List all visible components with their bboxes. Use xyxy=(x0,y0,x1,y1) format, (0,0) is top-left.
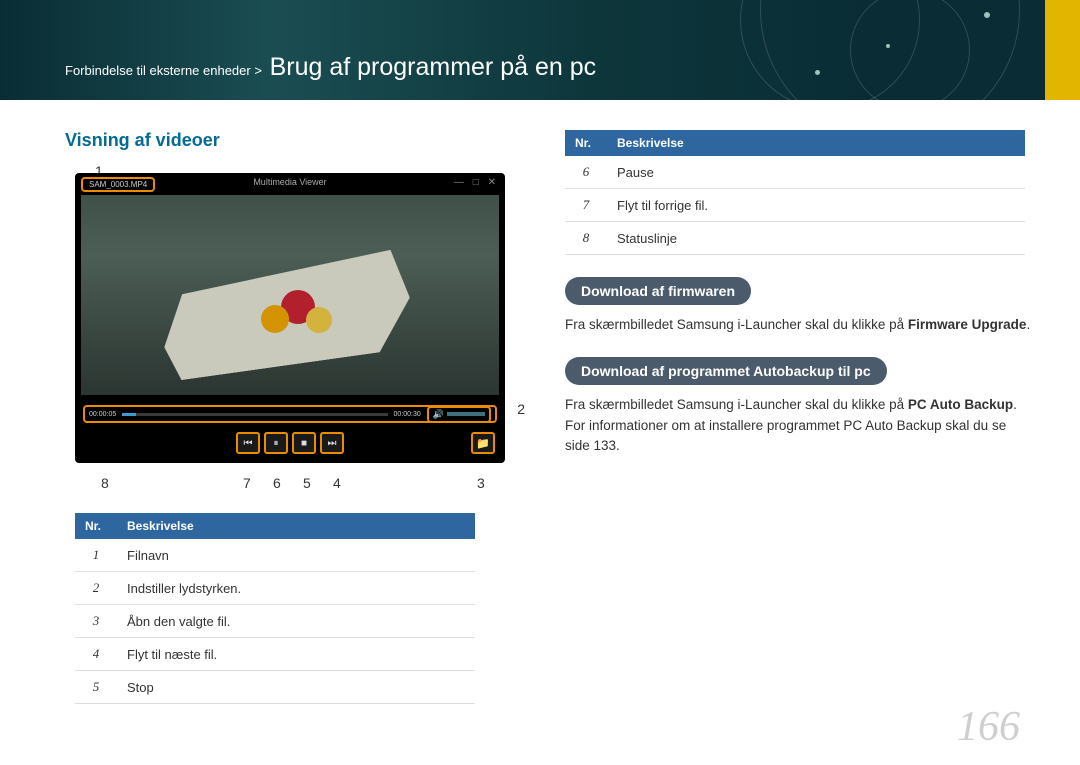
prev-button[interactable]: ⏮ xyxy=(236,432,260,454)
time-elapsed: 00:00:05 xyxy=(89,411,116,418)
callout-4: 4 xyxy=(333,475,341,491)
breadcrumb-title: Brug af programmer på en pc xyxy=(270,53,597,81)
th-nr: Nr. xyxy=(565,130,607,156)
progress-bar-group[interactable]: 00:00:05 00:00:30 🔊 xyxy=(83,405,497,423)
th-nr: Nr. xyxy=(75,513,117,539)
seek-bar[interactable] xyxy=(122,413,387,416)
pill-download-ab: Download af programmet Autobackup til pc xyxy=(565,357,887,385)
callout-row-bottom: 8 7 6 5 4 3 xyxy=(75,463,505,485)
callout-7: 7 xyxy=(243,475,251,491)
volume-control[interactable]: 🔊 xyxy=(427,406,491,423)
callout-2: 2 xyxy=(517,401,525,417)
stop-button[interactable]: ■ xyxy=(292,432,316,454)
window-title: Multimedia Viewer xyxy=(253,177,326,187)
window-controls[interactable]: — □ ✕ xyxy=(454,177,499,188)
multimedia-viewer-window: SAM_0003.MP4 Multimedia Viewer — □ ✕ 00:… xyxy=(75,173,505,463)
control-row: ⏮ ⏸ ■ ⏭ 📁 xyxy=(75,429,505,457)
callout-8: 8 xyxy=(101,475,109,491)
breadcrumb-parent: Forbindelse til eksterne enheder > xyxy=(65,63,262,78)
time-total: 00:00:30 xyxy=(394,411,421,418)
speaker-icon: 🔊 xyxy=(433,409,444,420)
pill-download-fw: Download af firmwaren xyxy=(565,277,751,305)
breadcrumb: Forbindelse til eksterne enheder > Brug … xyxy=(65,53,596,82)
player-figure: 1 SAM_0003.MP4 Multimedia Viewer — □ ✕ 0… xyxy=(65,173,505,485)
pause-button[interactable]: ⏸ xyxy=(264,432,288,454)
next-button[interactable]: ⏭ xyxy=(320,432,344,454)
video-frame xyxy=(81,195,499,395)
open-file-button[interactable]: 📁 xyxy=(471,432,495,454)
callout-5: 5 xyxy=(303,475,311,491)
th-desc: Beskrivelse xyxy=(607,130,1025,156)
page-number: 166 xyxy=(957,703,1020,751)
section-heading: Visning af videoer xyxy=(65,130,505,151)
callout-6: 6 xyxy=(273,475,281,491)
th-desc: Beskrivelse xyxy=(117,513,475,539)
callout-3: 3 xyxy=(477,475,485,491)
top-banner: Forbindelse til eksterne enheder > Brug … xyxy=(0,0,1080,100)
legend-table-right: Nr. Beskrivelse 6Pause 7Flyt til forrige… xyxy=(565,130,1025,255)
download-fw-text: Fra skærmbilledet Samsung i-Launcher ska… xyxy=(565,315,1032,335)
download-ab-text: Fra skærmbilledet Samsung i-Launcher ska… xyxy=(565,395,1032,456)
filename-callout: SAM_0003.MP4 xyxy=(81,177,155,192)
legend-table-left: Nr. Beskrivelse 1Filnavn 2Indstiller lyd… xyxy=(75,513,475,704)
